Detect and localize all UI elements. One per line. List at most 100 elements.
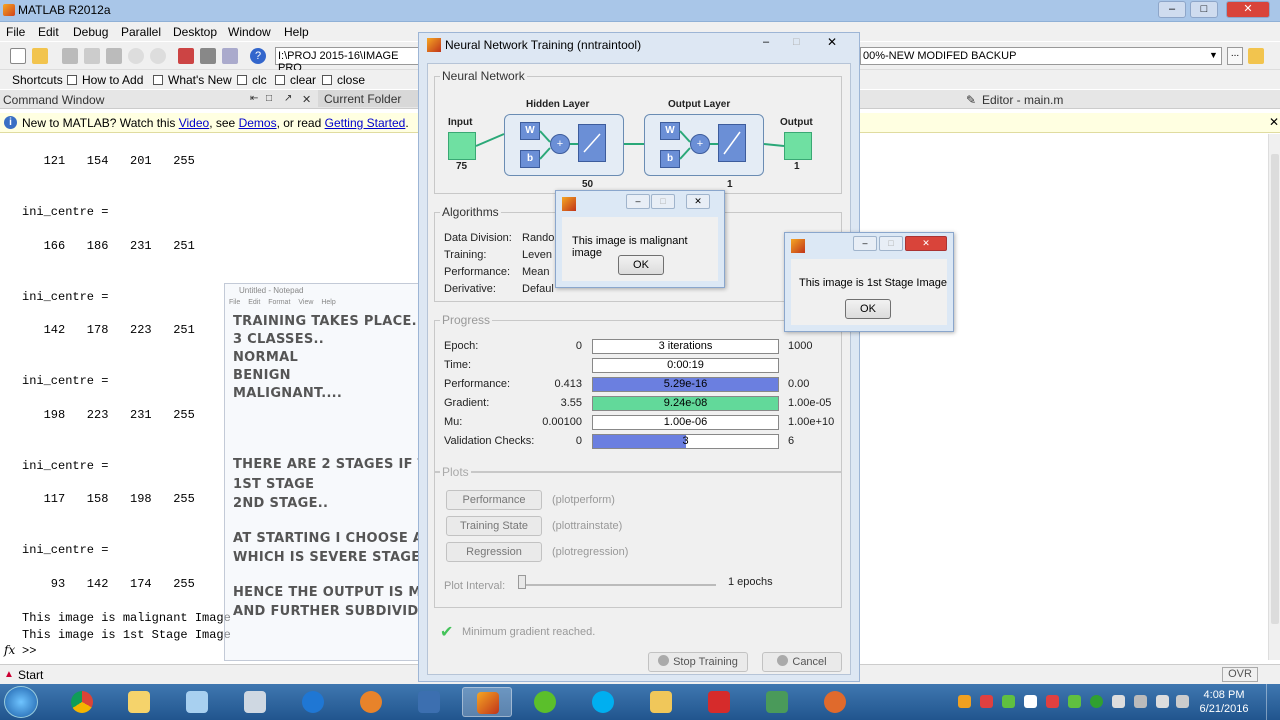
paste-icon[interactable] bbox=[106, 48, 122, 64]
dialog-minimize-button[interactable]: – bbox=[626, 194, 650, 209]
taskbar-chrome[interactable] bbox=[57, 687, 107, 717]
nntraintool-minimize-button[interactable]: – bbox=[763, 36, 769, 48]
taskbar-media[interactable] bbox=[346, 687, 396, 717]
nntraintool-maximize-button[interactable]: □ bbox=[793, 36, 800, 48]
new-file-icon[interactable] bbox=[10, 48, 26, 64]
tray-icon[interactable] bbox=[958, 695, 971, 708]
plottrainstate-link[interactable]: (plottrainstate) bbox=[552, 520, 622, 532]
taskbar-app[interactable] bbox=[810, 687, 860, 717]
dialog-close-button[interactable]: ✕ bbox=[686, 194, 710, 209]
dialog-maximize-button[interactable]: □ bbox=[651, 194, 675, 209]
pane-undock-icon[interactable]: ⇤ bbox=[250, 93, 258, 104]
minimize-button[interactable]: – bbox=[1158, 1, 1186, 18]
dialog-close-button[interactable]: ✕ bbox=[905, 236, 947, 251]
menu-edit[interactable]: Edit bbox=[38, 25, 59, 39]
menu-desktop[interactable]: Desktop bbox=[173, 25, 217, 39]
path-dropdown-icon[interactable]: ▼ bbox=[1209, 50, 1218, 60]
nntraintool-window[interactable]: Neural Network Training (nntraintool) – … bbox=[418, 32, 860, 682]
menu-parallel[interactable]: Parallel bbox=[121, 25, 161, 39]
taskbar-explorer[interactable] bbox=[636, 687, 686, 717]
show-desktop-button[interactable] bbox=[1266, 684, 1280, 720]
menu-debug[interactable]: Debug bbox=[73, 25, 108, 39]
current-folder-path-tail[interactable]: 00%-NEW MODIFED BACKUP bbox=[860, 47, 1222, 65]
tab-current-folder[interactable]: Current Folder bbox=[318, 90, 418, 107]
action-center-icon[interactable] bbox=[1112, 695, 1125, 708]
undo-icon[interactable] bbox=[128, 48, 144, 64]
shortcut-how-to-add[interactable]: How to Add bbox=[82, 73, 143, 87]
menu-file[interactable]: File bbox=[6, 25, 25, 39]
tray-icon[interactable] bbox=[1090, 695, 1103, 708]
taskbar-matlab[interactable] bbox=[462, 687, 512, 717]
cut-icon[interactable] bbox=[62, 48, 78, 64]
tray-icon[interactable] bbox=[1046, 695, 1059, 708]
battery-icon[interactable] bbox=[1176, 695, 1189, 708]
browse-button[interactable]: ... bbox=[1227, 47, 1243, 65]
info-close-icon[interactable]: ✕ bbox=[1269, 115, 1279, 129]
plot-interval-slider-handle[interactable] bbox=[518, 575, 526, 589]
ok-button[interactable]: OK bbox=[618, 255, 664, 275]
plotregression-link[interactable]: (plotregression) bbox=[552, 546, 628, 558]
volume-icon[interactable] bbox=[1156, 695, 1169, 708]
shortcut-clear[interactable]: clear bbox=[290, 73, 316, 87]
pane-arrow-icon[interactable]: ↗ bbox=[284, 93, 292, 104]
close-button[interactable]: ✕ bbox=[1226, 1, 1270, 18]
pane-maximize-icon[interactable]: □ bbox=[266, 93, 272, 104]
video-link[interactable]: Video bbox=[179, 116, 209, 130]
windows-flag-icon[interactable] bbox=[1024, 695, 1037, 708]
maximize-button[interactable]: □ bbox=[1190, 1, 1218, 18]
malignant-dialog[interactable]: – □ ✕ This image is malignant image OK bbox=[555, 190, 725, 288]
tray-icon[interactable] bbox=[980, 695, 993, 708]
taskbar-calculator[interactable] bbox=[230, 687, 280, 717]
taskbar-virtualbox[interactable] bbox=[404, 687, 454, 717]
copy-icon[interactable] bbox=[84, 48, 100, 64]
nntraintool-close-button[interactable]: ✕ bbox=[827, 35, 837, 49]
profiler-icon[interactable] bbox=[222, 48, 238, 64]
dialog-minimize-button[interactable]: – bbox=[853, 236, 877, 251]
taskbar-utorrent[interactable] bbox=[520, 687, 570, 717]
scrollbar-thumb[interactable] bbox=[1271, 154, 1279, 624]
start-button[interactable]: ▲ Start bbox=[0, 666, 48, 684]
notepad-menu[interactable]: File Edit Format View Help bbox=[229, 299, 336, 306]
tab-editor-main[interactable]: Editor - main.m bbox=[982, 93, 1063, 107]
stop-training-button[interactable]: Stop Training bbox=[648, 652, 748, 672]
training-state-plot-button[interactable]: Training State bbox=[446, 516, 542, 536]
shortcut-clc[interactable]: clc bbox=[252, 73, 267, 87]
cancel-button[interactable]: Cancel bbox=[762, 652, 842, 672]
stage-dialog[interactable]: – □ ✕ This image is 1st Stage Image OK bbox=[784, 232, 954, 332]
taskbar-notepad[interactable] bbox=[172, 687, 222, 717]
dialog-maximize-button[interactable]: □ bbox=[879, 236, 903, 251]
tray-icon[interactable] bbox=[1068, 695, 1081, 708]
taskbar-photos[interactable] bbox=[752, 687, 802, 717]
shortcut-whats-new[interactable]: What's New bbox=[168, 73, 232, 87]
progress-start-value: 0 bbox=[575, 435, 582, 447]
performance-plot-button[interactable]: Performance bbox=[446, 490, 542, 510]
redo-icon[interactable] bbox=[150, 48, 166, 64]
simulink-icon[interactable] bbox=[178, 48, 194, 64]
tray-icon[interactable] bbox=[1002, 695, 1015, 708]
taskbar-folder[interactable] bbox=[114, 687, 164, 717]
ok-button[interactable]: OK bbox=[845, 299, 891, 319]
menu-window[interactable]: Window bbox=[228, 25, 271, 39]
open-folder-icon[interactable] bbox=[32, 48, 48, 64]
help-icon[interactable]: ? bbox=[250, 48, 266, 64]
command-prompt[interactable]: >> bbox=[22, 644, 36, 658]
go-up-folder-icon[interactable] bbox=[1248, 48, 1264, 64]
network-icon[interactable] bbox=[1134, 695, 1147, 708]
plot-interval-slider[interactable] bbox=[520, 584, 716, 586]
windows-start-icon[interactable] bbox=[4, 686, 38, 718]
regression-plot-button[interactable]: Regression bbox=[446, 542, 542, 562]
guide-icon[interactable] bbox=[200, 48, 216, 64]
command-window-scrollbar[interactable] bbox=[1268, 134, 1280, 660]
menu-help[interactable]: Help bbox=[284, 25, 309, 39]
shortcut-close[interactable]: close bbox=[337, 73, 365, 87]
getting-started-link[interactable]: Getting Started bbox=[325, 116, 406, 130]
plotperform-link[interactable]: (plotperform) bbox=[552, 494, 615, 506]
taskbar-teamviewer[interactable] bbox=[288, 687, 338, 717]
pane-close-icon[interactable]: ✕ bbox=[302, 93, 311, 106]
taskbar-skype[interactable] bbox=[578, 687, 628, 717]
demos-link[interactable]: Demos bbox=[239, 116, 277, 130]
taskbar-acrobat[interactable] bbox=[694, 687, 744, 717]
clock[interactable]: 4:08 PM 6/21/2016 bbox=[1196, 688, 1252, 716]
current-folder-path-input[interactable]: I:\PROJ 2015-16\IMAGE PRO bbox=[275, 47, 420, 74]
fx-icon[interactable]: fx bbox=[4, 643, 15, 657]
